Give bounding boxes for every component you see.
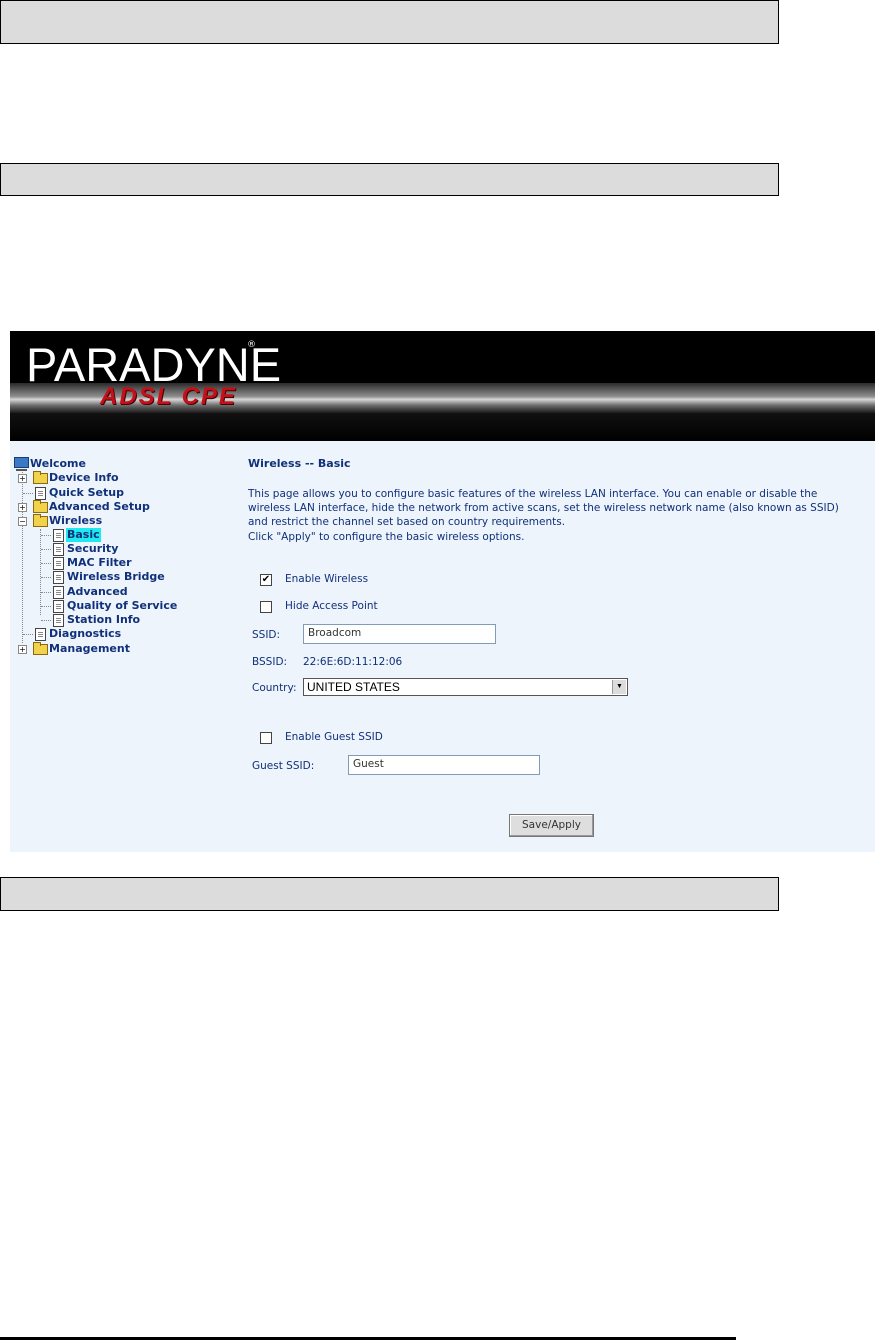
page-title: Wireless -- Basic bbox=[248, 457, 351, 470]
document-icon bbox=[35, 487, 46, 500]
country-select-value: UNITED STATES bbox=[307, 680, 400, 694]
hide-access-point-label: Hide Access Point bbox=[285, 600, 378, 612]
ssid-label: SSID: bbox=[252, 629, 281, 641]
sidebar-item-label: MAC Filter bbox=[67, 556, 132, 569]
document-icon bbox=[53, 557, 64, 570]
document-icon bbox=[53, 529, 64, 542]
sidebar-item-label: Security bbox=[67, 542, 119, 555]
sidebar-item-label: Management bbox=[49, 642, 130, 655]
computer-icon bbox=[14, 457, 29, 471]
doc-header-bar-2 bbox=[0, 163, 779, 196]
collapse-minus-icon[interactable]: − bbox=[18, 517, 27, 526]
folder-icon bbox=[33, 642, 48, 655]
sidebar-item-label: Station Info bbox=[67, 613, 141, 626]
document-icon bbox=[53, 614, 64, 627]
enable-wireless-label: Enable Wireless bbox=[285, 573, 369, 585]
chevron-down-icon[interactable]: ▼ bbox=[612, 680, 626, 694]
enable-wireless-checkbox[interactable]: ✔ bbox=[260, 574, 272, 586]
sidebar-item-label: Basic bbox=[66, 528, 101, 542]
tree-connector bbox=[41, 606, 51, 607]
tree-connector bbox=[41, 535, 51, 536]
folder-icon bbox=[33, 500, 48, 513]
apply-hint-text: Click "Apply" to configure the basic wir… bbox=[248, 530, 525, 543]
ssid-input[interactable]: Broadcom bbox=[303, 624, 496, 644]
enable-guest-ssid-checkbox[interactable] bbox=[260, 732, 272, 744]
tree-connector bbox=[40, 529, 41, 615]
header-banner: PARADYNE ® ADSL CPE bbox=[10, 331, 875, 441]
document-icon bbox=[53, 543, 64, 556]
save-apply-button[interactable]: Save/Apply bbox=[509, 814, 594, 837]
expand-plus-icon[interactable]: + bbox=[18, 503, 27, 512]
tree-connector bbox=[22, 472, 23, 643]
footer-rule bbox=[0, 1337, 736, 1340]
sidebar-item-label: Advanced Setup bbox=[49, 500, 150, 513]
folder-icon bbox=[33, 471, 48, 484]
bssid-value: 22:6E:6D:11:12:06 bbox=[303, 656, 403, 668]
sidebar-item-label: Quality of Service bbox=[67, 599, 178, 612]
country-select[interactable]: UNITED STATES ▼ bbox=[303, 678, 628, 696]
page-description: This page allows you to configure basic … bbox=[248, 487, 853, 544]
tree-connector bbox=[41, 592, 51, 593]
guest-ssid-input[interactable]: Guest bbox=[348, 755, 540, 775]
sidebar-item-label: Wireless Bridge bbox=[67, 570, 165, 583]
document-icon bbox=[53, 586, 64, 599]
tree-connector bbox=[23, 493, 33, 494]
sidebar-item-label: Device Info bbox=[49, 471, 119, 484]
banner-dark-strip bbox=[10, 413, 875, 441]
registered-mark: ® bbox=[247, 340, 256, 350]
tree-connector bbox=[23, 634, 33, 635]
country-label: Country: bbox=[252, 682, 297, 694]
description-text: This page allows you to configure basic … bbox=[248, 488, 839, 529]
sidebar-item-label: Diagnostics bbox=[49, 627, 122, 640]
product-logo: ADSL CPE bbox=[100, 383, 237, 410]
doc-header-bar-3 bbox=[0, 877, 779, 911]
tree-connector bbox=[41, 563, 51, 564]
router-web-ui: PARADYNE ® ADSL CPE Welcome + Device Inf… bbox=[10, 331, 875, 852]
sidebar-item-label: Welcome bbox=[30, 457, 86, 470]
document-icon bbox=[53, 571, 64, 584]
bssid-label: BSSID: bbox=[252, 656, 288, 668]
tree-connector bbox=[41, 549, 51, 550]
enable-guest-ssid-label: Enable Guest SSID bbox=[285, 731, 383, 743]
sidebar-item-label: Quick Setup bbox=[49, 486, 124, 499]
sidebar-item-label: Advanced bbox=[67, 585, 128, 598]
document-icon bbox=[53, 600, 64, 613]
sidebar-item-label: Wireless bbox=[49, 514, 103, 527]
doc-header-bar-1 bbox=[0, 0, 779, 44]
expand-plus-icon[interactable]: + bbox=[18, 474, 27, 483]
hide-access-point-checkbox[interactable] bbox=[260, 601, 272, 613]
tree-connector bbox=[41, 577, 51, 578]
document-icon bbox=[35, 628, 46, 641]
expand-plus-icon[interactable]: + bbox=[18, 645, 27, 654]
open-folder-icon bbox=[33, 514, 48, 527]
guest-ssid-label: Guest SSID: bbox=[252, 760, 315, 772]
tree-connector bbox=[41, 620, 51, 621]
